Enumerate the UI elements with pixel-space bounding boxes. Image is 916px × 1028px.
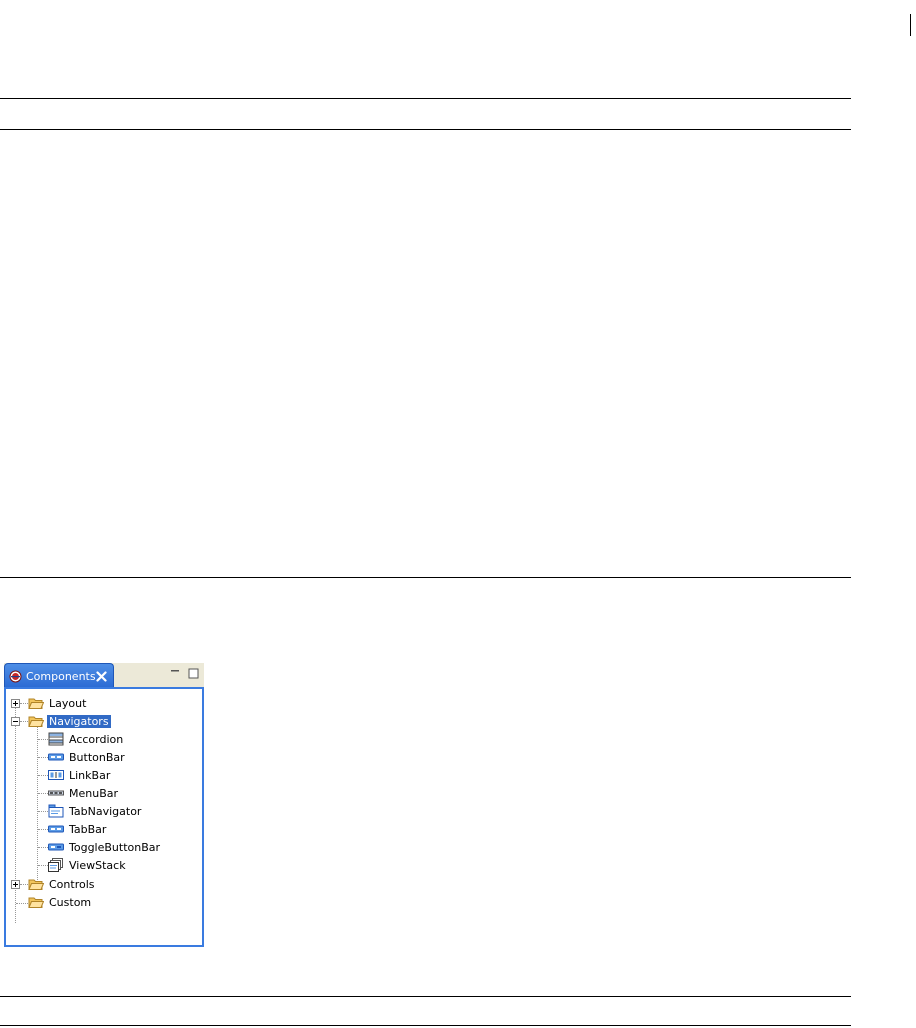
viewstack-icon [48,858,63,872]
margin-mark [910,14,911,36]
tree-connector [38,865,48,866]
tree-connector [38,793,48,794]
folder-icon [28,716,44,727]
tree-item-accordion[interactable]: Accordion [48,730,123,748]
components-view-icon [9,670,22,682]
tree-item-label: Layout [49,696,87,710]
tree-item-viewstack[interactable]: ViewStack [48,856,126,874]
tree-line-root [15,703,16,923]
tree-item-tabbar[interactable]: TabBar [48,820,106,838]
rule-under-header [0,129,851,130]
folder-icon [28,879,44,890]
tree-item-label: Controls [49,877,95,891]
tree-item-buttonbar[interactable]: ButtonBar [48,748,125,766]
folder-icon [28,698,44,709]
tab-components[interactable]: Components [4,663,114,688]
tree-item-togglebuttonbar[interactable]: ToggleButtonBar [48,838,160,856]
tree-connector [38,847,48,848]
buttonbar-icon [48,753,64,761]
tree-item-controls[interactable]: Controls [28,875,95,893]
menubar-icon [48,790,64,796]
folder-icon [28,897,44,908]
rule-top [0,98,851,99]
tree-item-navigators[interactable]: Navigators [28,712,111,730]
tree-connector [38,829,48,830]
components-panel: Components Layout Navigators Accordion B… [4,663,204,947]
tree-line-navigators [37,722,38,888]
maximize-icon[interactable] [188,668,199,679]
tree-item-label: ToggleButtonBar [69,840,161,854]
tree-item-label: TabBar [69,822,107,836]
tree-item-tabnavigator[interactable]: TabNavigator [48,802,141,820]
tree-connector [20,721,28,722]
tree-connector [38,811,48,812]
tree-item-label: Custom [49,895,92,909]
rule-bottom-2 [0,1025,851,1026]
tree-item-label: Navigators [47,714,111,728]
tree-item-label: Accordion [69,732,124,746]
accordion-icon [48,732,64,746]
rule-bottom-1 [0,996,851,997]
linkbar-icon [48,770,64,780]
tree-connector [38,757,48,758]
expand-controls-toggle[interactable] [11,880,20,889]
tree-item-menubar[interactable]: MenuBar [48,784,118,802]
collapse-navigators-toggle[interactable] [11,717,20,726]
tree-item-layout[interactable]: Layout [28,694,86,712]
close-icon[interactable] [96,670,107,682]
togglebuttonbar-icon [48,843,64,851]
expand-layout-toggle[interactable] [11,699,20,708]
tree-connector [38,739,48,740]
tree-connector [38,775,48,776]
tabbar-icon [48,825,64,833]
tabnavigator-icon [48,804,64,818]
tree-item-linkbar[interactable]: LinkBar [48,766,110,784]
tree-connector [16,903,28,904]
tree-connector [20,703,28,704]
minimize-icon[interactable] [170,668,181,679]
tree-item-label: ViewStack [69,858,126,872]
tree-item-custom[interactable]: Custom [28,893,91,911]
tree-connector [20,884,28,885]
tree-item-label: ButtonBar [69,750,125,764]
tab-label: Components [26,669,96,683]
components-tree: Layout Navigators Accordion ButtonBar Li… [4,687,204,947]
tree-item-label: MenuBar [69,786,119,800]
rule-middle [0,577,851,578]
tree-item-label: LinkBar [69,768,111,782]
tree-item-label: TabNavigator [69,804,142,818]
